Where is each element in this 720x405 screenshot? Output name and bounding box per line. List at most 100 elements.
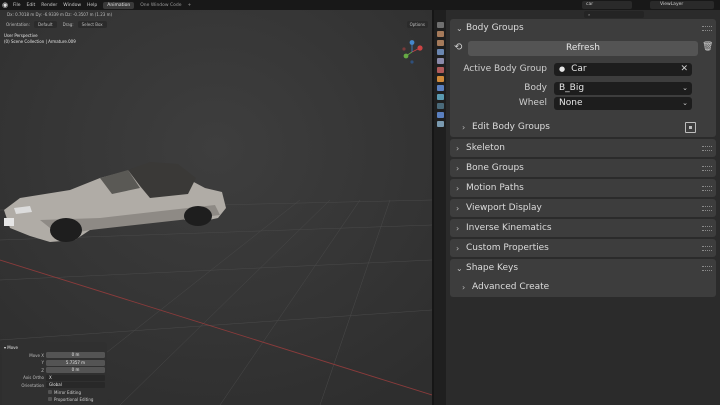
scene-tab-icon[interactable]	[436, 58, 444, 64]
body-label: Body	[524, 83, 547, 93]
menu-edit[interactable]: Edit	[27, 3, 36, 8]
menu-window[interactable]: Window	[63, 3, 81, 8]
tool-tab-icon[interactable]	[436, 22, 444, 28]
custom-properties-panel[interactable]: › Custom Properties	[450, 239, 716, 257]
view-layer-tab-icon[interactable]	[436, 49, 444, 55]
menu-file[interactable]: File	[13, 3, 21, 8]
move-z-row: Z 0 m	[4, 367, 105, 374]
dot-icon: ●	[559, 64, 566, 73]
constraints-tab-icon[interactable]	[436, 112, 444, 118]
inverse-kinematics-header: › Inverse Kinematics	[450, 219, 716, 237]
frame-selected-icon[interactable]	[685, 122, 696, 133]
trash-icon[interactable]: 🗑	[702, 42, 713, 55]
orientation-row-label: Orientation	[21, 382, 44, 388]
chevron-right-icon: ›	[456, 163, 460, 173]
motion-paths-title: Motion Paths	[466, 183, 524, 193]
bone-groups-panel[interactable]: › Bone Groups	[450, 159, 716, 177]
navigation-gizmo[interactable]	[400, 40, 424, 70]
properties-search-field[interactable]: ⌕	[584, 11, 644, 18]
proportional-editing-checkbox[interactable]: Proportional Editing	[4, 396, 105, 403]
view-layer-field[interactable]: ViewLayer	[650, 1, 714, 9]
output-tab-icon[interactable]	[436, 40, 444, 46]
render-tab-icon[interactable]	[436, 31, 444, 37]
chevron-right-icon: ›	[456, 203, 460, 213]
blender-logo-icon[interactable]: ◉	[2, 1, 10, 9]
drag-dropdown[interactable]: Select Box	[77, 21, 107, 28]
refresh-icon[interactable]: ⟲	[454, 42, 466, 55]
wheel-dropdown[interactable]: None ⌄	[554, 96, 692, 110]
shape-keys-header[interactable]: ⌄ Shape Keys	[450, 259, 716, 277]
scene-search-field[interactable]: car	[582, 1, 632, 9]
menu-help[interactable]: Help	[87, 3, 97, 8]
clear-icon[interactable]: ✕	[680, 63, 688, 76]
orientation-row: Orientation Global	[4, 382, 105, 389]
orientation-dropdown[interactable]: Default	[33, 21, 57, 28]
move-operator-panel[interactable]: ▾ Move Move X 0 m Y 5.7357 m Z 0 m Axis …	[2, 342, 107, 405]
advanced-create-subpanel[interactable]: › Advanced Create	[462, 280, 549, 294]
move-z-field[interactable]: 0 m	[46, 367, 105, 373]
body-groups-header[interactable]: ⌄ Body Groups	[450, 19, 716, 37]
axis-ortho-dropdown[interactable]: X	[46, 374, 105, 381]
edit-body-groups-subpanel[interactable]: › Edit Body Groups	[462, 120, 550, 134]
proportional-editing-box[interactable]	[48, 397, 52, 401]
skeleton-panel[interactable]: › Skeleton	[450, 139, 716, 157]
armature-data-tab-icon[interactable]	[436, 103, 444, 109]
options-button[interactable]: Options	[406, 21, 428, 28]
body-dropdown[interactable]: B_Big ⌄	[554, 81, 692, 95]
drag-handle-icon[interactable]	[702, 165, 712, 171]
drag-handle-icon[interactable]	[702, 145, 712, 151]
chevron-right-icon: ›	[456, 223, 460, 233]
refresh-row: ⟲ Refresh 🗑	[454, 41, 713, 56]
drag-handle-icon[interactable]	[702, 205, 712, 211]
drag-handle-icon[interactable]	[702, 265, 712, 271]
bone-groups-title: Bone Groups	[466, 163, 524, 173]
active-body-group-label: Active Body Group	[463, 64, 547, 74]
advanced-create-label: Advanced Create	[472, 282, 550, 292]
mirror-editing-checkbox[interactable]: Mirror Editing	[4, 389, 105, 396]
orientation-row-dropdown[interactable]: Global	[46, 382, 105, 388]
workspace-tab-one-window-code[interactable]: One Window Code	[136, 2, 185, 9]
body-row: Body B_Big ⌄	[454, 81, 704, 95]
world-tab-icon[interactable]	[436, 67, 444, 73]
bone-tab-icon[interactable]	[436, 121, 444, 127]
motion-paths-panel[interactable]: › Motion Paths	[450, 179, 716, 197]
mirror-editing-label: Mirror Editing	[54, 389, 81, 395]
viewport-display-panel[interactable]: › Viewport Display	[450, 199, 716, 217]
move-panel-title[interactable]: ▾ Move	[4, 344, 105, 351]
drag-handle-icon[interactable]	[702, 225, 712, 231]
proportional-editing-label: Proportional Editing	[54, 396, 94, 402]
drag-handle-icon[interactable]	[702, 245, 712, 251]
drag-handle-icon[interactable]	[702, 185, 712, 191]
active-body-group-field[interactable]: ● Car ✕	[554, 62, 692, 76]
bone-groups-header: › Bone Groups	[450, 159, 716, 177]
move-y-field[interactable]: 5.7357 m	[46, 359, 105, 366]
motion-paths-header: › Motion Paths	[450, 179, 716, 197]
modifier-tab-icon[interactable]	[436, 85, 444, 91]
workspace-tab-animation[interactable]: Animation	[103, 1, 135, 9]
chevron-down-icon: ⌄	[456, 23, 463, 33]
custom-properties-title: Custom Properties	[466, 243, 549, 253]
custom-properties-header: › Custom Properties	[450, 239, 716, 257]
top-menu-bar: ◉ File Edit Render Window Help Animation…	[0, 0, 720, 10]
3d-viewport[interactable]: Dx: 0.7018 m Dy: -6.9339 m Dz: -0.3507 m…	[0, 10, 432, 405]
inverse-kinematics-panel[interactable]: › Inverse Kinematics	[450, 219, 716, 237]
viewport-info: User Perspective (0) Scene Collection | …	[4, 33, 76, 45]
object-tab-icon[interactable]	[436, 76, 444, 82]
move-y-row: Y 5.7357 m	[4, 359, 105, 366]
collection-info: (0) Scene Collection | Armature.009	[4, 39, 76, 44]
chevron-right-icon: ›	[456, 143, 460, 153]
car-model[interactable]	[0, 160, 240, 260]
orientation-label: Orientation:	[6, 22, 30, 27]
move-x-label: Move X	[29, 352, 44, 358]
add-workspace-icon[interactable]: +	[188, 3, 192, 8]
physics-tab-icon[interactable]	[436, 94, 444, 100]
body-value: B_Big	[559, 82, 585, 93]
drag-label: Drag:	[62, 22, 74, 27]
move-x-field[interactable]: 0 m	[46, 352, 105, 358]
drag-handle-icon[interactable]	[702, 25, 712, 31]
menu-render[interactable]: Render	[41, 3, 57, 8]
mirror-editing-box[interactable]	[48, 390, 52, 394]
refresh-button[interactable]: Refresh	[468, 41, 698, 56]
axis-ortho-label: Axis Ortho	[23, 375, 44, 380]
chevron-down-icon: ⌄	[456, 263, 463, 273]
